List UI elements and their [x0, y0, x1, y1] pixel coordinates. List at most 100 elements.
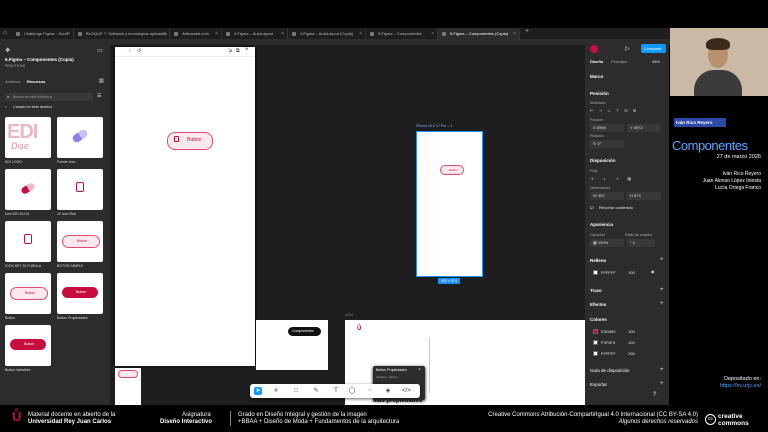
file-name[interactable]: 5.Figma – Componentes (Copia): [5, 57, 74, 62]
tab-design[interactable]: Diseño: [590, 59, 603, 64]
new-tab-icon[interactable]: +: [525, 28, 529, 35]
height-field[interactable]: H 874: [627, 192, 661, 200]
close-icon[interactable]: ×: [281, 28, 284, 40]
color-hex[interactable]: FFFFFF: [601, 351, 616, 356]
move-tool-icon[interactable]: ➤: [254, 387, 262, 395]
actions-tool-icon[interactable]: ⁘: [366, 387, 374, 395]
close-icon[interactable]: ×: [431, 28, 434, 40]
x-field[interactable]: X 6998: [590, 124, 624, 132]
project-name[interactable]: PRÁCTICAS: [5, 64, 25, 68]
add-guide-icon[interactable]: +: [660, 367, 664, 373]
close-icon[interactable]: ×: [67, 28, 70, 40]
frame-title[interactable]: iPhone 16 & 17 Pro – 1: [416, 124, 452, 128]
chevron-left-icon[interactable]: ‹: [5, 104, 6, 109]
radius-field[interactable]: ◜ 0: [627, 239, 655, 247]
asset-icon-edi[interactable]: [5, 169, 51, 210]
tab-files[interactable]: Archivos: [5, 79, 20, 84]
close-icon[interactable]: ×: [163, 28, 166, 40]
fill-swatch[interactable]: [593, 270, 598, 275]
eye-icon[interactable]: ◉: [651, 269, 655, 274]
small-frame[interactable]: [115, 368, 141, 405]
asset-button-variables[interactable]: Button: [5, 325, 51, 366]
figma-favicon-icon: [292, 32, 296, 36]
close-icon[interactable]: ×: [245, 47, 249, 53]
play-icon[interactable]: ▷: [625, 45, 630, 52]
add-fill-icon[interactable]: +: [660, 257, 664, 263]
figma-menu-icon[interactable]: ❖: [5, 47, 10, 54]
browser-tab[interactable]: 5.Figma – Componentes ×: [366, 28, 438, 40]
tab-prototype[interactable]: Prototipo: [611, 59, 627, 64]
share-button[interactable]: Compartir: [641, 44, 666, 53]
asset-icon-set[interactable]: [5, 221, 51, 262]
open-external-icon[interactable]: ⧉: [236, 48, 240, 54]
sidebar-toggle-icon[interactable]: ▭: [97, 47, 103, 54]
frame-pill-dark[interactable]: Componentes: [288, 327, 321, 336]
frame-tool-icon[interactable]: #: [272, 387, 280, 395]
zoom-level[interactable]: 45%: [652, 59, 660, 64]
add-export-icon[interactable]: +: [660, 381, 664, 387]
color-swatch[interactable]: [593, 329, 598, 334]
asset-edi-logo[interactable]: EDI Dise: [5, 117, 51, 158]
search-input[interactable]: ⌕ Buscar en esta biblioteca: [5, 93, 93, 101]
frame-button[interactable]: Button: [440, 165, 464, 175]
color-opacity[interactable]: 100: [628, 340, 635, 345]
frame-button-label: Button: [449, 167, 458, 172]
prototype-preview-window[interactable]: › ↺ ⇲ ⧉ × Button: [115, 47, 255, 366]
library-icon[interactable]: ▥: [99, 78, 104, 84]
width-field[interactable]: W 402: [590, 192, 624, 200]
component-frame[interactable]: Componentes: [256, 320, 328, 370]
close-icon[interactable]: ×: [513, 28, 516, 40]
fill-hex[interactable]: FFFFFF: [601, 270, 616, 275]
restart-icon[interactable]: ↺: [137, 48, 141, 54]
tab-assets[interactable]: Recursos: [27, 79, 45, 84]
browser-tab[interactable]: 4.Figma – AutoLayout ×: [222, 28, 288, 40]
components-tool-icon[interactable]: ◈: [384, 387, 392, 395]
asset-icon-red[interactable]: [57, 169, 103, 210]
color-swatch[interactable]: [593, 340, 598, 345]
close-icon[interactable]: ×: [418, 367, 421, 373]
rotation-field[interactable]: ↻ 0°: [590, 140, 624, 148]
color-opacity[interactable]: 100: [628, 329, 635, 334]
dev-mode-icon[interactable]: </>: [402, 387, 411, 395]
frame-type-label[interactable]: Marco: [590, 74, 603, 79]
comment-tool-icon[interactable]: ◯: [348, 387, 356, 395]
color-hex[interactable]: E5D053: [601, 329, 615, 334]
add-effect-icon[interactable]: +: [660, 301, 664, 307]
close-icon[interactable]: ×: [359, 28, 362, 40]
browser-tab[interactable]: Challenge Figma – Scott ×: [12, 28, 74, 40]
add-stroke-icon[interactable]: +: [660, 287, 664, 293]
help-icon[interactable]: ?: [653, 392, 656, 398]
filter-icon[interactable]: ☰: [97, 93, 101, 99]
iphone-frame[interactable]: Button: [416, 131, 483, 277]
avatar[interactable]: [590, 45, 598, 53]
color-hex[interactable]: F3F3F3: [601, 340, 615, 345]
text-tool-icon[interactable]: T: [332, 387, 340, 395]
y-field[interactable]: Y 5972: [627, 124, 661, 132]
settings-icon[interactable]: ⇲: [228, 48, 232, 54]
asset-button[interactable]: Button: [5, 273, 51, 314]
asset-button-propiedades[interactable]: Button: [57, 273, 103, 314]
flow-icons[interactable]: ⇥ ⇣ ⇢ ▦: [590, 176, 635, 181]
opacity-field[interactable]: ▦ 100%: [590, 239, 624, 247]
close-icon[interactable]: ×: [215, 28, 218, 40]
fill-opacity[interactable]: 100: [628, 270, 635, 275]
browser-tab[interactable]: BLOQUE 7: Software y tecnologías aplicad…: [74, 28, 170, 40]
preview-header: › ↺ ⇲ ⧉ ×: [115, 47, 255, 57]
checkbox-icon[interactable]: ☑: [590, 205, 594, 210]
asset-fuente-icon[interactable]: [57, 117, 103, 158]
browser-tab[interactable]: Artboardsl.com ×: [170, 28, 222, 40]
prototype-button[interactable]: Button: [167, 132, 213, 150]
color-opacity[interactable]: 100: [628, 351, 635, 356]
align-icons[interactable]: ⊢ ⊣ ⊥ ⊤ ⊟ ⊞: [590, 108, 638, 113]
deposit-url[interactable]: https://hv.urjc.es/: [720, 383, 761, 389]
home-icon[interactable]: ⌂: [3, 30, 7, 36]
color-swatch[interactable]: [593, 351, 598, 356]
asset-boton-simple[interactable]: Button: [57, 221, 103, 262]
browser-tab[interactable]: 4.Figma – AutoLayout (Copia) ×: [288, 28, 366, 40]
chevron-right-icon[interactable]: ›: [129, 48, 131, 54]
pen-tool-icon[interactable]: ✎: [312, 387, 320, 395]
browser-tab-active[interactable]: 5.Figma – Componentes (Copia) ×: [438, 28, 520, 40]
frame-label: 1024: [345, 313, 353, 317]
shape-tool-icon[interactable]: □: [292, 387, 300, 395]
pill-icon: [71, 128, 89, 144]
